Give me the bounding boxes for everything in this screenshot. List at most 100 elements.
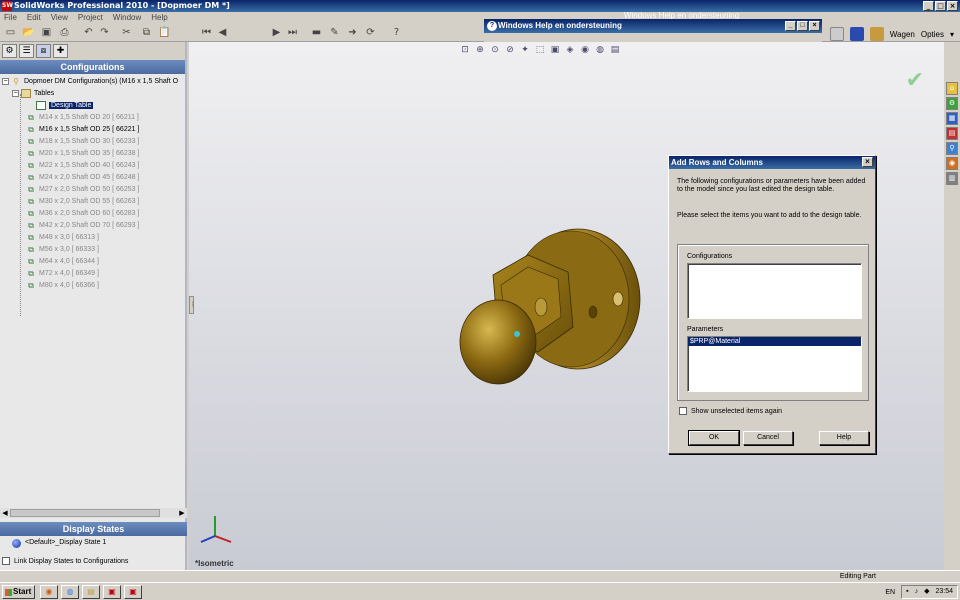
collapse-icon[interactable]: −	[2, 77, 9, 85]
solidworks-task-icon[interactable]: ▣	[103, 585, 121, 599]
dynamic-annotation-icon[interactable]: ✦	[519, 44, 531, 56]
panel-collapse-handle[interactable]: ⋮	[189, 296, 196, 314]
section-view-icon[interactable]: ⊘	[504, 44, 516, 56]
hide-show-icon[interactable]: ◈	[564, 44, 576, 56]
menu-window[interactable]: Window	[113, 12, 141, 24]
chevron-down-icon[interactable]: ▾	[950, 30, 954, 39]
show-unselected-checkbox[interactable]	[679, 407, 687, 415]
questions-label[interactable]: Wagen	[890, 30, 915, 39]
scroll-thumb[interactable]	[10, 509, 160, 517]
options-menu[interactable]: Opties	[921, 30, 944, 39]
print-preview-icon[interactable]	[829, 27, 844, 41]
volume-icon[interactable]: ♪	[915, 586, 919, 598]
firefox-task-icon[interactable]: ◉	[40, 585, 58, 599]
resources-icon[interactable]: ⚙	[946, 97, 958, 110]
minimize-button[interactable]: _	[923, 1, 934, 11]
configuration-item[interactable]: ⧉ M14 x 1,5 Shaft OD 20 [ 66211 ]	[0, 112, 185, 124]
menu-project[interactable]: Project	[78, 12, 103, 24]
next-record-icon[interactable]: ▶	[270, 26, 283, 39]
dimxpert-tab-icon[interactable]: ✚	[53, 44, 68, 58]
edit-appearance-icon[interactable]: ◉	[579, 44, 591, 56]
tree-root[interactable]: − ⚲ Dopmoer DM Configuration(s) (M16 x 1,5…	[0, 76, 185, 88]
design-library-icon[interactable]: ▦	[946, 112, 958, 125]
configurations-listbox[interactable]	[687, 263, 862, 319]
explorer-task-icon[interactable]: ▤	[82, 585, 100, 599]
menu-edit[interactable]: Edit	[27, 12, 41, 24]
configuration-item[interactable]: ⧉ M27 x 2,0 Shaft OD 50 [ 66253 ]	[0, 184, 185, 196]
edit-macro-icon[interactable]: ✎	[328, 26, 341, 39]
appearances-icon[interactable]: ◉	[946, 157, 958, 170]
new-file-icon[interactable]: ▭	[4, 26, 17, 39]
configuration-item[interactable]: ⧉ M20 x 1,5 Shaft OD 35 [ 66238 ]	[0, 148, 185, 160]
copy-icon[interactable]: ⧉	[140, 26, 153, 39]
tables-node[interactable]: − Tables	[0, 88, 185, 100]
configuration-item[interactable]: ⧉ M36 x 2,0 Shaft OD 60 [ 66283 ]	[0, 208, 185, 220]
undo-icon[interactable]: ↶	[82, 26, 95, 39]
menu-help[interactable]: Help	[151, 12, 167, 24]
configuration-item[interactable]: ⧉ M16 x 1,5 Shaft OD 25 [ 66221 ]	[0, 124, 185, 136]
search-users-icon[interactable]	[869, 27, 884, 41]
configuration-item[interactable]: ⧉ M48 x 3,0 [ 66313 ]	[0, 232, 185, 244]
help-minimize-button[interactable]: _	[785, 21, 796, 31]
configuration-item[interactable]: ⧉ M64 x 4,0 [ 66344 ]	[0, 256, 185, 268]
clock[interactable]: 23:54	[935, 586, 953, 598]
close-button[interactable]: ×	[947, 1, 958, 11]
collapse-icon[interactable]: −	[12, 89, 19, 97]
view-orientation-icon[interactable]: ⬚	[534, 44, 546, 56]
view-settings-icon[interactable]: ▤	[609, 44, 621, 56]
paste-icon[interactable]: 📋	[158, 26, 171, 39]
configuration-item[interactable]: ⧉ M72 x 4,0 [ 66349 ]	[0, 268, 185, 280]
security-icon[interactable]: ◆	[924, 586, 929, 598]
zoom-to-area-icon[interactable]: ⊕	[474, 44, 486, 56]
custom-properties-icon[interactable]: ▥	[946, 172, 958, 185]
start-button[interactable]: Start	[2, 585, 35, 599]
configuration-item[interactable]: ⧉ M30 x 2,0 Shaft OD 55 [ 66263 ]	[0, 196, 185, 208]
network-icon[interactable]: ▪	[906, 586, 908, 598]
run-icon[interactable]: ➜	[346, 26, 359, 39]
help-window-titlebar[interactable]: ? Windows Help en ondersteuning _ □ ×	[484, 19, 822, 33]
configuration-item[interactable]: ⧉ M42 x 2,0 Shaft OD 70 [ 66293 ]	[0, 220, 185, 232]
language-indicator[interactable]: EN	[885, 589, 895, 596]
search-icon[interactable]: ⚲	[946, 142, 958, 155]
configuration-item[interactable]: ⧉ M56 x 3,0 [ 66333 ]	[0, 244, 185, 256]
solidworks-secondary-task-icon[interactable]: ▣	[124, 585, 142, 599]
redo-icon[interactable]: ↷	[98, 26, 111, 39]
configuration-item[interactable]: ⧉ M22 x 1,5 Shaft OD 40 [ 66243 ]	[0, 160, 185, 172]
parameter-item[interactable]: $PRP@Material	[688, 337, 861, 346]
property-manager-tab-icon[interactable]: ☰	[19, 44, 34, 58]
home-icon[interactable]: ⌂	[946, 82, 958, 95]
chrome-task-icon[interactable]: ◍	[61, 585, 79, 599]
show-unselected-option[interactable]: Show unselected items again	[679, 407, 782, 415]
previous-view-icon[interactable]: ⊙	[489, 44, 501, 56]
macro-icon[interactable]: ▬	[310, 26, 323, 39]
feature-tree-tab-icon[interactable]: ⚙	[2, 44, 17, 58]
link-display-states-option[interactable]: Link Display States to Configurations	[2, 557, 128, 565]
confirmation-check-icon[interactable]: ✔	[906, 68, 924, 93]
save-icon[interactable]: ▣	[40, 26, 53, 39]
first-record-icon[interactable]: ⏮	[200, 26, 213, 39]
maximize-button[interactable]: □	[935, 1, 946, 11]
scroll-left-icon[interactable]: ◀	[0, 508, 10, 518]
scroll-right-icon[interactable]: ▶	[177, 508, 187, 518]
menu-file[interactable]: File	[4, 12, 17, 24]
print-icon[interactable]: ⎙	[58, 26, 71, 39]
configuration-item[interactable]: ⧉ M24 x 2,0 Shaft OD 45 [ 66248 ]	[0, 172, 185, 184]
design-table-node[interactable]: Design Table	[0, 100, 185, 112]
rebuild-icon[interactable]: ⟳	[364, 26, 377, 39]
display-state-item[interactable]: <Default>_Display State 1	[12, 537, 106, 549]
cap-nut-3d-model[interactable]	[453, 217, 653, 402]
help-maximize-button[interactable]: □	[797, 21, 808, 31]
solidworks-app-icon[interactable]: SW	[2, 1, 13, 11]
help-icon[interactable]: ?	[390, 26, 403, 39]
last-record-icon[interactable]: ⏭	[286, 26, 299, 39]
open-folder-icon[interactable]: 📂	[22, 26, 35, 39]
cancel-button[interactable]: Cancel	[743, 431, 793, 445]
link-display-states-checkbox[interactable]	[2, 557, 10, 565]
previous-record-icon[interactable]: ◀	[216, 26, 229, 39]
file-explorer-icon[interactable]: ▤	[946, 127, 958, 140]
tree-horizontal-scrollbar[interactable]: ◀ ▶	[0, 508, 187, 518]
3dcontent-icon[interactable]	[849, 27, 864, 41]
parameters-listbox[interactable]: $PRP@Material	[687, 336, 862, 392]
zoom-to-fit-icon[interactable]: ⊡	[459, 44, 471, 56]
configuration-item[interactable]: ⧉ M80 x 4,0 [ 66366 ]	[0, 280, 185, 292]
